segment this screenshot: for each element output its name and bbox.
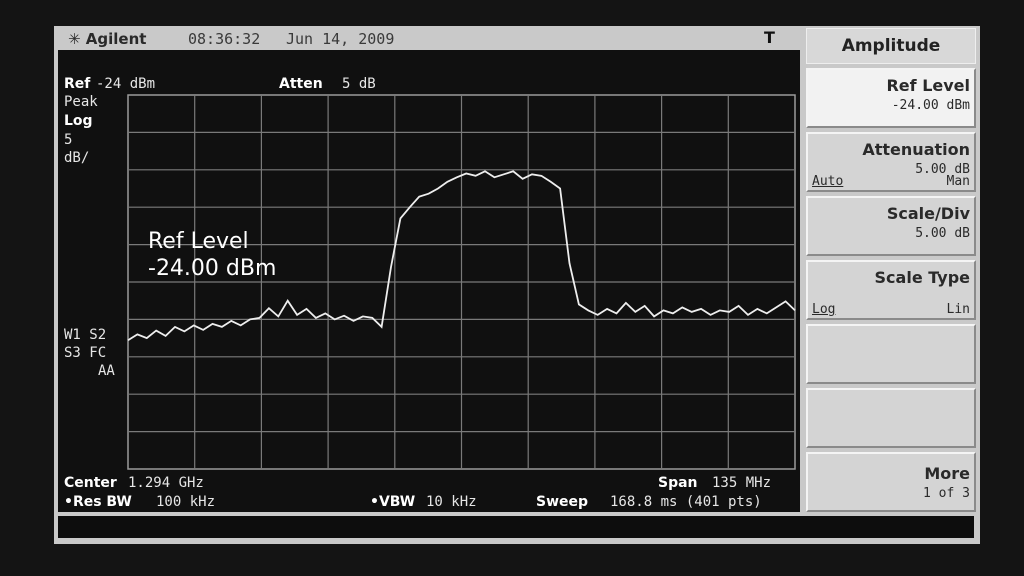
softkey-label: Scale Type <box>874 268 970 287</box>
spectrum-plot: Ref -24 dBm Atten 5 dB Peak Log 5 dB/ Re… <box>64 76 796 510</box>
atten-label: Atten <box>279 76 323 92</box>
trigger-flag: T <box>764 28 775 47</box>
more-softkey[interactable]: More 1 of 3 <box>806 452 976 512</box>
softkey-value: 5.00 dB <box>915 226 970 241</box>
flags-line-1: W1 S2 <box>64 327 106 343</box>
center-value: 1.294 GHz <box>128 475 204 491</box>
blank-softkey-6[interactable] <box>806 388 976 448</box>
softkey-label: Ref Level <box>886 76 970 95</box>
flags-line-2: S3 FC <box>64 345 106 361</box>
atten-value: 5 dB <box>342 76 376 92</box>
res-bw-value: 100 kHz <box>156 494 215 510</box>
center-label: Center <box>64 475 117 491</box>
clock-date: Jun 14, 2009 <box>286 30 395 48</box>
sweep-value: 168.8 ms (401 pts) <box>610 494 762 510</box>
scale-unit-label: dB/ <box>64 150 89 166</box>
flags-line-3: AA <box>98 363 115 379</box>
spectrum-display: Ref -24 dBm Atten 5 dB Peak Log 5 dB/ Re… <box>58 50 800 512</box>
scale-value-label: 5 <box>64 132 72 148</box>
scale-type-label: Log <box>64 113 93 129</box>
softkey-label: Scale/Div <box>886 204 970 223</box>
softkey-option-man: Man <box>946 174 970 189</box>
scale-div-softkey[interactable]: Scale/Div 5.00 dB <box>806 196 976 256</box>
agilent-logo: ✳ Agilent <box>68 30 147 48</box>
softkey-label: Attenuation <box>862 140 970 159</box>
softkey-option-auto: Auto <box>812 174 844 189</box>
header-bar: ✳ Agilent 08:36:32 Jun 14, 2009 T <box>58 28 800 50</box>
res-bw-label: •Res BW <box>64 494 132 510</box>
span-label: Span <box>658 475 698 491</box>
brand-name: Agilent <box>85 30 147 48</box>
menu-title: Amplitude <box>806 28 976 64</box>
status-bar <box>58 516 974 538</box>
scale-type-softkey[interactable]: Scale Type Log Lin <box>806 260 976 320</box>
graticule <box>127 94 796 470</box>
softkey-value: -24.00 dBm <box>891 98 970 113</box>
softkey-panel: Amplitude Ref Level -24.00 dBm Attenuati… <box>804 28 978 514</box>
vbw-label: •VBW <box>370 494 415 510</box>
vbw-value: 10 kHz <box>426 494 477 510</box>
softkey-label: More <box>924 464 970 483</box>
overlay-value: -24.00 dBm <box>148 256 276 281</box>
overlay-title: Ref Level <box>148 229 249 254</box>
clock-time: 08:36:32 <box>188 30 261 48</box>
softkey-option-log: Log <box>812 302 836 317</box>
ref-value: -24 dBm <box>96 76 155 92</box>
blank-softkey-5[interactable] <box>806 324 976 384</box>
ref-level-softkey[interactable]: Ref Level -24.00 dBm <box>806 68 976 128</box>
sweep-label: Sweep <box>536 494 588 510</box>
attenuation-softkey[interactable]: Attenuation 5.00 dB Auto Man <box>806 132 976 192</box>
ref-label: Ref <box>64 76 91 92</box>
span-value: 135 MHz <box>712 475 771 491</box>
softkey-value: 1 of 3 <box>923 486 970 501</box>
detector-label: Peak <box>64 94 98 110</box>
softkey-option-lin: Lin <box>946 302 970 317</box>
